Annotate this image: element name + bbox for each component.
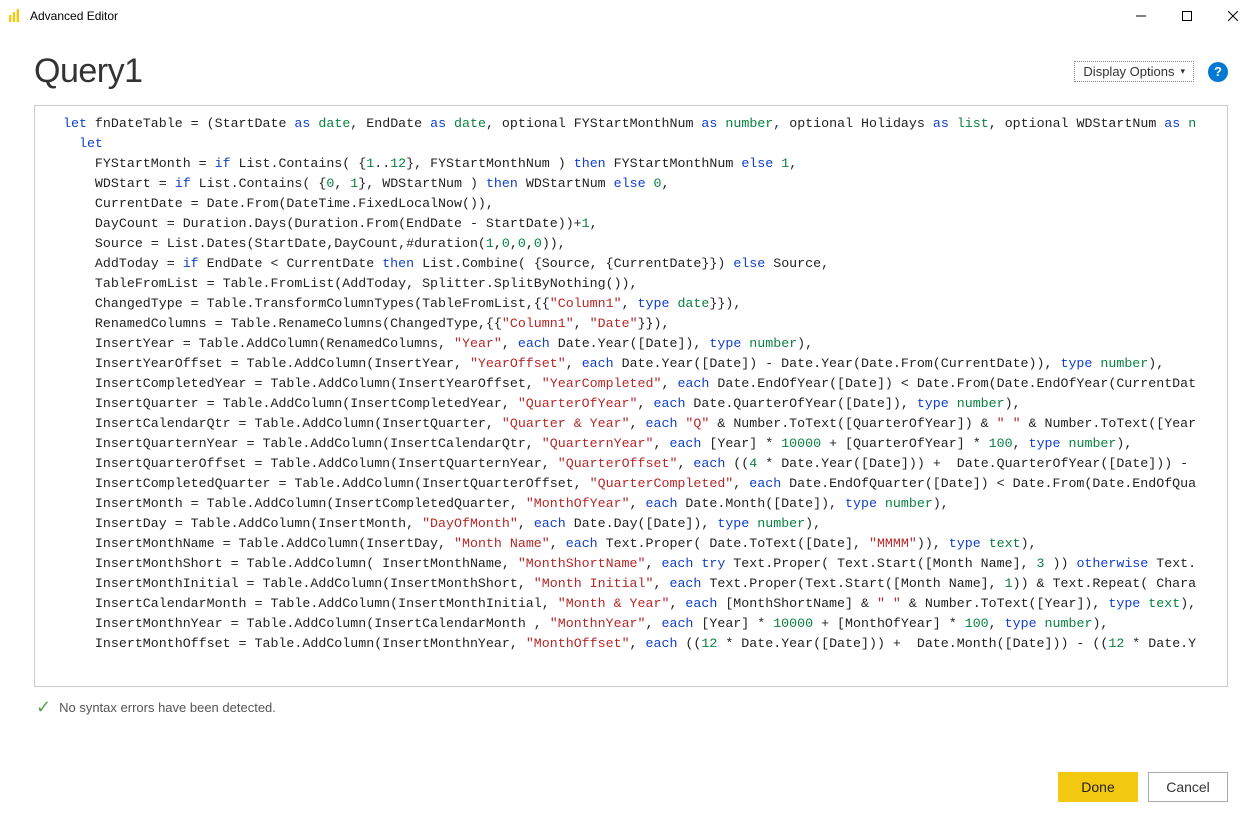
maximize-button[interactable] (1164, 0, 1210, 32)
code-line[interactable]: InsertQuarterOffset = Table.AddColumn(In… (63, 454, 1227, 474)
status-row: ✓ No syntax errors have been detected. (34, 687, 1228, 718)
code-line[interactable]: InsertDay = Table.AddColumn(InsertMonth,… (63, 514, 1227, 534)
powerbi-icon (6, 8, 22, 24)
code-editor[interactable]: let fnDateTable = (StartDate as date, En… (34, 105, 1228, 687)
display-options-dropdown[interactable]: Display Options ▾ (1074, 61, 1194, 82)
button-row: Done Cancel (1058, 772, 1228, 802)
done-button[interactable]: Done (1058, 772, 1138, 802)
code-line[interactable]: InsertCalendarMonth = Table.AddColumn(In… (63, 594, 1227, 614)
code-line[interactable]: let (63, 134, 1227, 154)
code-line[interactable]: InsertYear = Table.AddColumn(RenamedColu… (63, 334, 1227, 354)
header-row: Query1 Display Options ▾ ? (34, 52, 1228, 91)
code-line[interactable]: InsertMonthShort = Table.AddColumn( Inse… (63, 554, 1227, 574)
code-line[interactable]: RenamedColumns = Table.RenameColumns(Cha… (63, 314, 1227, 334)
display-options-label: Display Options (1083, 64, 1174, 79)
code-line[interactable]: let fnDateTable = (StartDate as date, En… (63, 114, 1227, 134)
code-line[interactable]: AddToday = if EndDate < CurrentDate then… (63, 254, 1227, 274)
window-title: Advanced Editor (30, 9, 118, 23)
code-line[interactable]: WDStart = if List.Contains( {0, 1}, WDSt… (63, 174, 1227, 194)
code-line[interactable]: InsertYearOffset = Table.AddColumn(Inser… (63, 354, 1227, 374)
code-line[interactable]: InsertQuarter = Table.AddColumn(InsertCo… (63, 394, 1227, 414)
code-line[interactable]: InsertCompletedQuarter = Table.AddColumn… (63, 474, 1227, 494)
close-button[interactable] (1210, 0, 1256, 32)
code-line[interactable]: InsertQuarternYear = Table.AddColumn(Ins… (63, 434, 1227, 454)
chevron-down-icon: ▾ (1180, 66, 1185, 77)
code-line[interactable]: InsertMonthnYear = Table.AddColumn(Inser… (63, 614, 1227, 634)
code-line[interactable]: InsertCalendarQtr = Table.AddColumn(Inse… (63, 414, 1227, 434)
window-controls (1118, 0, 1256, 32)
check-icon: ✓ (36, 697, 51, 718)
code-line[interactable]: InsertMonthInitial = Table.AddColumn(Ins… (63, 574, 1227, 594)
code-line[interactable]: Source = List.Dates(StartDate,DayCount,#… (63, 234, 1227, 254)
cancel-button[interactable]: Cancel (1148, 772, 1228, 802)
code-line[interactable]: DayCount = Duration.Days(Duration.From(E… (63, 214, 1227, 234)
code-line[interactable]: InsertMonthOffset = Table.AddColumn(Inse… (63, 634, 1227, 654)
code-line[interactable]: InsertMonthName = Table.AddColumn(Insert… (63, 534, 1227, 554)
titlebar: Advanced Editor (0, 0, 1256, 32)
code-line[interactable]: CurrentDate = Date.From(DateTime.FixedLo… (63, 194, 1227, 214)
code-line[interactable]: TableFromList = Table.FromList(AddToday,… (63, 274, 1227, 294)
content-area: Query1 Display Options ▾ ? let fnDateTab… (0, 32, 1256, 718)
code-line[interactable]: ChangedType = Table.TransformColumnTypes… (63, 294, 1227, 314)
code-line[interactable]: FYStartMonth = if List.Contains( {1..12}… (63, 154, 1227, 174)
help-icon[interactable]: ? (1208, 62, 1228, 82)
header-right: Display Options ▾ ? (1074, 61, 1228, 82)
code-line[interactable]: InsertCompletedYear = Table.AddColumn(In… (63, 374, 1227, 394)
code-line[interactable]: InsertMonth = Table.AddColumn(InsertComp… (63, 494, 1227, 514)
status-message: No syntax errors have been detected. (59, 700, 276, 715)
minimize-button[interactable] (1118, 0, 1164, 32)
query-name: Query1 (34, 52, 143, 91)
